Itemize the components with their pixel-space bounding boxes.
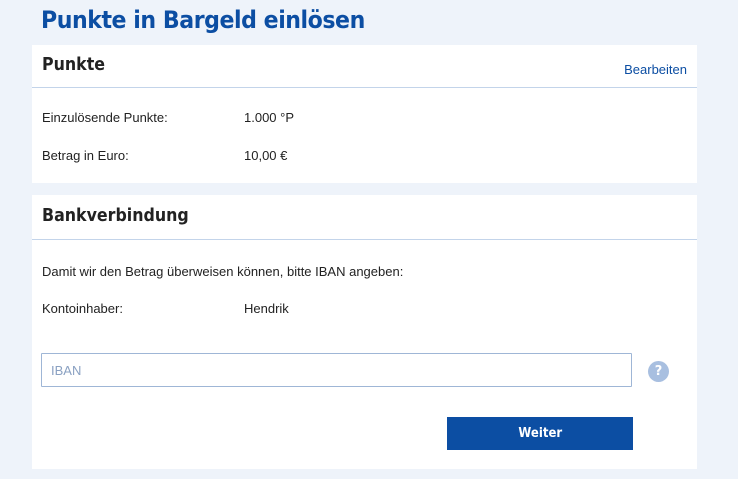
page: Punkte in Bargeld einlösen Punkte Bearbe… (0, 0, 738, 479)
edit-link[interactable]: Bearbeiten (624, 62, 687, 77)
iban-input[interactable] (41, 353, 632, 387)
next-button[interactable]: Weiter (447, 417, 633, 450)
account-holder-row: Kontoinhaber: Hendrik (42, 301, 289, 316)
amount-label: Betrag in Euro: (42, 148, 129, 163)
question-circle-icon[interactable]: ? (648, 361, 669, 382)
bank-card: Bankverbindung Damit wir den Betrag über… (32, 195, 697, 469)
next-button-label: Weiter (518, 426, 562, 441)
bank-section-title: Bankverbindung (42, 205, 189, 226)
amount-value: 10,00 € (244, 148, 288, 163)
points-section-title: Punkte (42, 54, 106, 75)
account-holder-label: Kontoinhaber: (42, 301, 123, 316)
points-card-header: Punkte Bearbeiten (32, 45, 697, 88)
points-label: Einzulösende Punkte: (42, 110, 168, 125)
points-card: Punkte Bearbeiten Einzulösende Punkte: 1.… (32, 45, 697, 183)
points-value: 1.000 °P (244, 110, 295, 125)
bank-card-header: Bankverbindung (32, 195, 697, 240)
bank-intro-text: Damit wir den Betrag überweisen können, … (42, 264, 404, 279)
amount-row: Betrag in Euro: 10,00 € (42, 148, 287, 163)
account-holder-value: Hendrik (244, 301, 289, 316)
points-row: Einzulösende Punkte: 1.000 °P (42, 110, 294, 125)
page-title: Punkte in Bargeld einlösen (41, 6, 365, 34)
